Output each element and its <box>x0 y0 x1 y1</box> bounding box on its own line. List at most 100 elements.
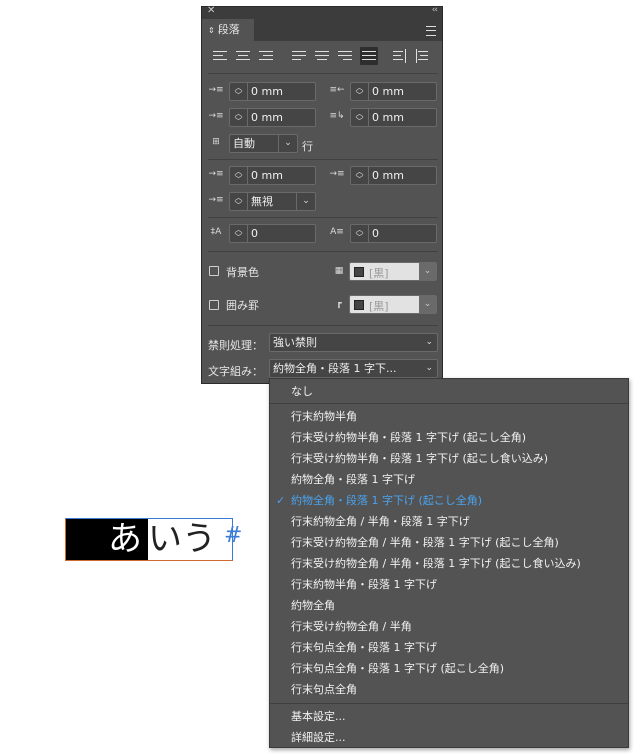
mojikumi-label: 文字組み： <box>208 365 263 378</box>
left-indent-field[interactable]: ︿ ﹀ 0 mm <box>229 82 316 101</box>
justify-right-button[interactable] <box>336 47 354 65</box>
justify-all-button[interactable] <box>360 47 378 65</box>
stepper-icon[interactable]: ︿ ﹀ <box>351 225 369 242</box>
collapse-icon[interactable]: ‹‹ <box>432 5 438 15</box>
border-checkbox[interactable] <box>209 300 219 310</box>
space-after-icon: →≡ <box>329 169 345 179</box>
align-left-button[interactable] <box>211 47 229 65</box>
stepper-icon[interactable]: ︿ ﹀ <box>351 83 369 100</box>
left-indent-icon: →≡ <box>208 85 224 95</box>
shading-settings-icon[interactable]: ▦ <box>330 262 348 280</box>
alignment-row <box>202 45 442 67</box>
right-indent-field[interactable]: ︿ ﹀ 0 mm <box>350 82 437 101</box>
text-frame[interactable]: あ いう # <box>65 518 242 561</box>
stepper-icon[interactable]: ︿ ﹀ <box>230 225 248 242</box>
menu-item[interactable]: ✓ 約物全角・段落 1 字下げ (起こし全角) <box>270 490 628 511</box>
end-of-story-mark: # <box>224 523 243 548</box>
stepper-icon[interactable]: ︿ ﹀ <box>230 83 248 100</box>
drop-lines-select[interactable]: ︿ ﹀ 無視 ⌄ <box>229 192 316 211</box>
menu-item[interactable]: 行末約物全角 / 半角・段落 1 字下げ <box>270 511 628 532</box>
first-line-indent-field[interactable]: ︿ ﹀ 0 mm <box>229 108 316 127</box>
space-before-icon: →≡ <box>208 169 224 179</box>
align-toward-spine-button[interactable] <box>391 47 409 65</box>
menu-item-detailed-settings[interactable]: 詳細設定... <box>270 727 628 748</box>
stepper-icon[interactable]: ︿ ﹀ <box>230 167 248 184</box>
menu-divider <box>270 703 628 704</box>
tab-label: 段落 <box>217 23 240 36</box>
chevron-down-icon[interactable]: ⌄ <box>419 296 436 313</box>
shading-color-select[interactable]: [黒] ⌄ <box>349 262 437 281</box>
mojikumi-dropdown-menu: なし 行末約物半角 行末受け約物半角・段落 1 字下げ (起こし全角) 行末受け約物… <box>269 378 629 748</box>
checkmark-icon: ✓ <box>276 494 286 507</box>
menu-item[interactable]: 行末句点全角・段落 1 字下げ <box>270 637 628 658</box>
panel-menu-icon[interactable] <box>426 26 436 36</box>
updown-icon: ⇕ <box>208 26 215 35</box>
menu-item-none[interactable]: なし <box>270 381 628 402</box>
last-line-indent-field[interactable]: ︿ ﹀ 0 mm <box>350 108 437 127</box>
justify-center-button[interactable] <box>313 47 331 65</box>
chevron-down-icon: ⌄ <box>425 363 433 373</box>
paragraph-panel: ✕ ‹‹ ⇕ 段落 →≡ ︿ ﹀ 0 mm ≡← ︿ ﹀ 0 mm →≡ ︿ ﹀… <box>201 5 443 384</box>
shading-label: 背景色 <box>226 266 259 279</box>
align-center-button[interactable] <box>234 47 252 65</box>
menu-item[interactable]: 行末約物半角 <box>270 406 628 427</box>
grid-unit-label: 行 <box>302 140 313 153</box>
right-indent-icon: ≡← <box>329 85 345 95</box>
tab-paragraph[interactable]: ⇕ 段落 <box>202 19 254 41</box>
menu-item[interactable]: 行末受け約物半角・段落 1 字下げ (起こし食い込み) <box>270 448 628 469</box>
grid-align-icon: ⊞ <box>212 137 220 147</box>
menu-item[interactable]: 行末句点全角 <box>270 679 628 700</box>
dropcap-lines-field[interactable]: ︿ ﹀ 0 <box>229 224 316 243</box>
menu-item[interactable]: 行末受け約物全角 / 半角・段落 1 字下げ (起こし食い込み) <box>270 553 628 574</box>
kinsoku-label: 禁則処理： <box>208 339 263 352</box>
menu-item[interactable]: 行末受け約物全角 / 半角 <box>270 616 628 637</box>
justify-left-button[interactable] <box>290 47 308 65</box>
divider <box>208 251 438 252</box>
color-swatch <box>354 300 364 310</box>
align-away-spine-button[interactable] <box>414 47 432 65</box>
close-icon[interactable]: ✕ <box>207 5 215 16</box>
body-text: いう <box>148 519 216 559</box>
divider <box>208 159 438 160</box>
dropcap-chars-icon: A≡ <box>330 227 344 237</box>
color-swatch <box>354 267 364 277</box>
menu-item[interactable]: 行末約物半角・段落 1 字下げ <box>270 574 628 595</box>
first-line-indent-icon: →≡ <box>208 111 224 121</box>
menu-item-basic-settings[interactable]: 基本設定... <box>270 706 628 727</box>
chevron-down-icon[interactable]: ⌄ <box>296 193 315 210</box>
chevron-down-icon[interactable]: ⌄ <box>419 263 436 280</box>
space-before-field[interactable]: ︿ ﹀ 0 mm <box>229 166 316 185</box>
shading-checkbox[interactable] <box>209 266 219 276</box>
border-label: 囲み罫 <box>226 299 259 312</box>
stepper-icon[interactable]: ︿ ﹀ <box>230 193 248 210</box>
selected-character: あ <box>108 519 142 559</box>
dropcap-chars-field[interactable]: ︿ ﹀ 0 <box>350 224 437 243</box>
space-after-field[interactable]: ︿ ﹀ 0 mm <box>350 166 437 185</box>
stepper-icon[interactable]: ︿ ﹀ <box>351 167 369 184</box>
chevron-down-icon: ⌄ <box>425 337 433 347</box>
border-settings-icon[interactable]: ┏ <box>330 295 348 313</box>
chevron-down-icon[interactable]: ⌄ <box>278 135 297 152</box>
stepper-icon[interactable]: ︿ ﹀ <box>351 109 369 126</box>
menu-item-label: 約物全角・段落 1 字下げ (起こし全角) <box>291 494 483 507</box>
panel-titlebar: ✕ ‹‹ <box>202 5 442 19</box>
grid-align-select[interactable]: 自動 ⌄ <box>229 134 298 153</box>
last-line-indent-icon: ≡↳ <box>329 111 345 121</box>
align-right-button[interactable] <box>257 47 275 65</box>
border-color-select[interactable]: [黒] ⌄ <box>349 295 437 314</box>
stepper-icon[interactable]: ︿ ﹀ <box>230 109 248 126</box>
mojikumi-select[interactable]: 約物全角・段落 1 字下... ⌄ <box>269 359 438 378</box>
menu-item[interactable]: 約物全角 <box>270 595 628 616</box>
kinsoku-select[interactable]: 強い禁則 ⌄ <box>269 333 438 352</box>
menu-item[interactable]: 行末受け約物半角・段落 1 字下げ (起こし全角) <box>270 427 628 448</box>
menu-item[interactable]: 行末句点全角・段落 1 字下げ (起こし全角) <box>270 658 628 679</box>
drop-lines-icon: →≡ <box>208 195 224 205</box>
divider <box>208 217 438 218</box>
menu-divider <box>270 403 628 404</box>
panel-tabrow: ⇕ 段落 <box>202 19 442 41</box>
divider <box>208 73 438 74</box>
dropcap-lines-icon: ‡A <box>210 227 222 237</box>
menu-item[interactable]: 行末受け約物全角 / 半角・段落 1 字下げ (起こし全角) <box>270 532 628 553</box>
divider <box>208 325 438 326</box>
menu-item[interactable]: 約物全角・段落 1 字下げ <box>270 469 628 490</box>
